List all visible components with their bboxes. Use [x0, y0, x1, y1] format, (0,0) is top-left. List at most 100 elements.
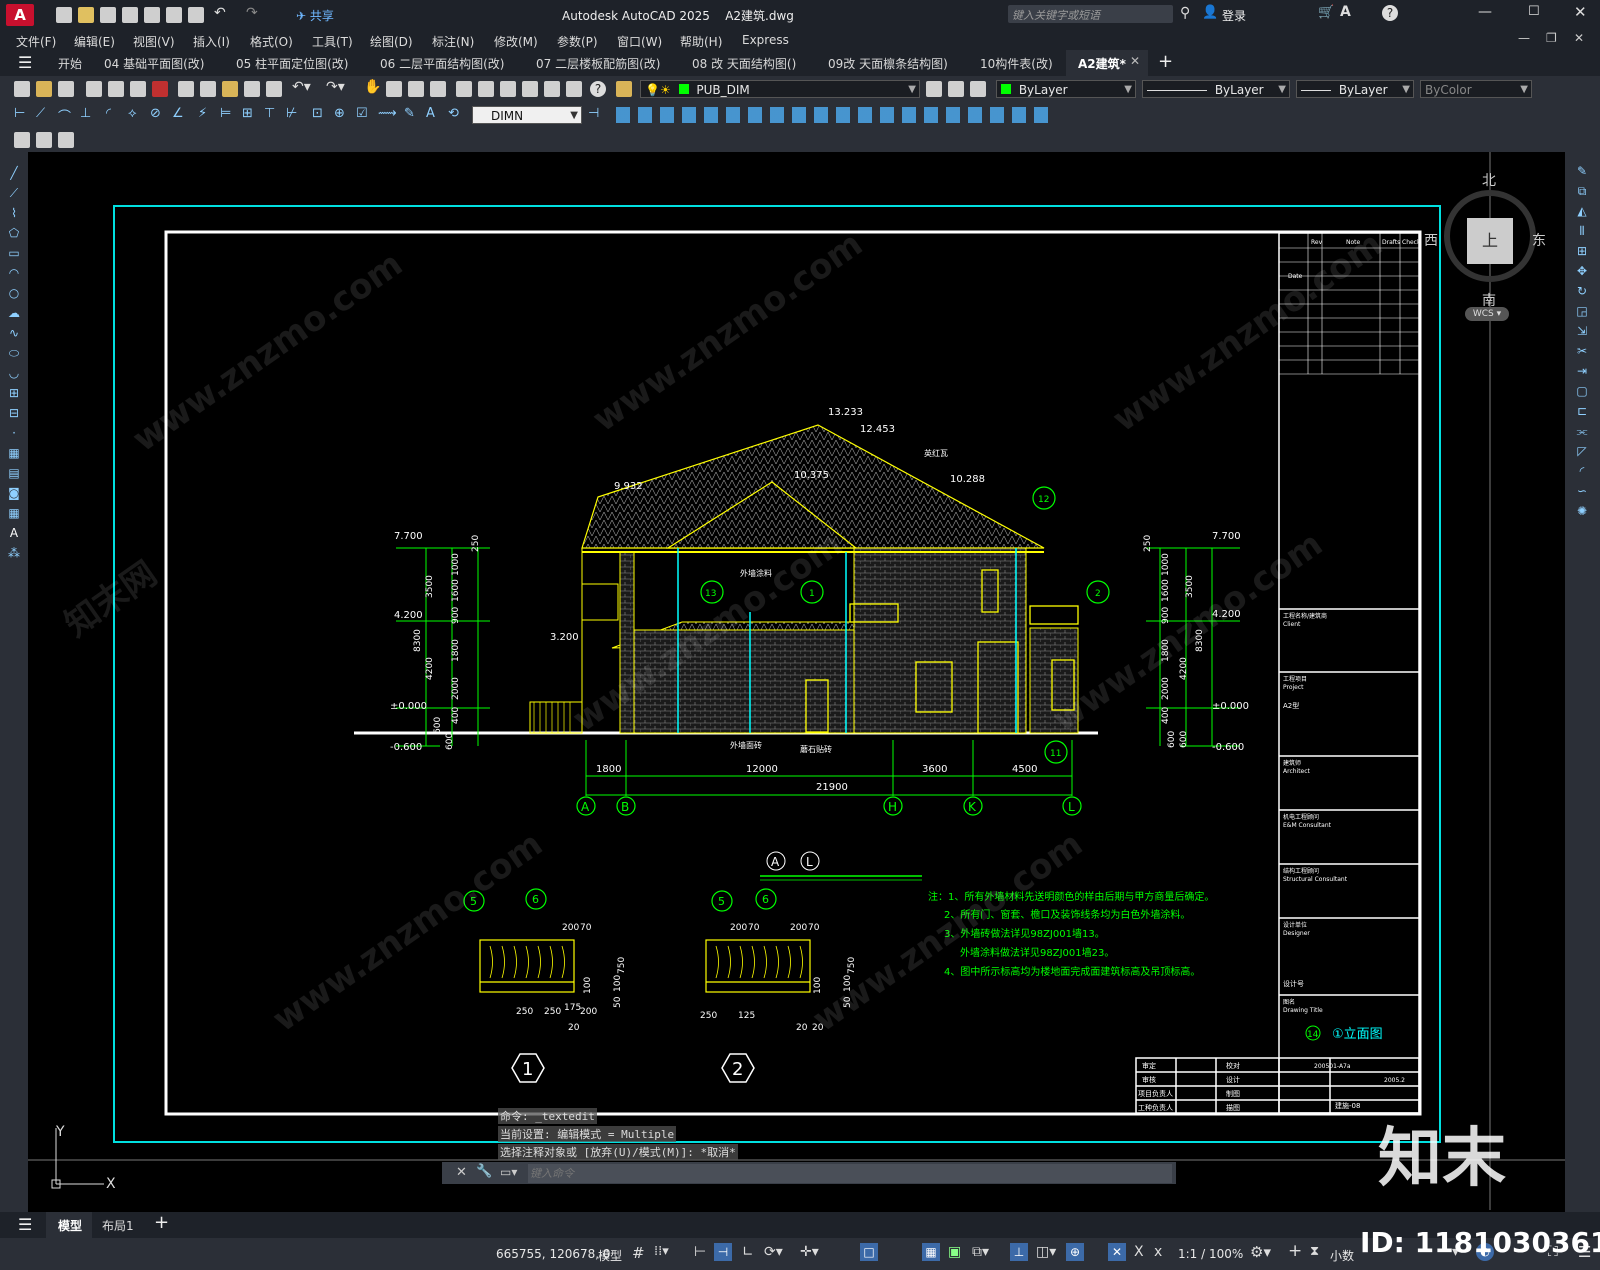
construction-line-icon[interactable]: ⟋	[6, 186, 22, 200]
viewcube-face[interactable]: 上	[1467, 218, 1513, 264]
gradient-icon[interactable]: ▤	[6, 466, 22, 480]
tb-new-icon[interactable]	[14, 81, 30, 97]
selection-cycling-icon[interactable]: ⧉▾	[972, 1244, 989, 1260]
model-space-button[interactable]: 模型	[598, 1247, 622, 1264]
viewcube-west[interactable]: 西	[1424, 230, 1438, 250]
isolate-icon[interactable]: ⧗	[1310, 1244, 1319, 1259]
search-input[interactable]: 键入关键字或短语	[1008, 5, 1173, 23]
ellipse-arc-icon[interactable]: ◡	[6, 366, 22, 380]
mirror-icon[interactable]: ◭	[1574, 204, 1590, 218]
menu-view[interactable]: 视图(V)	[133, 33, 175, 50]
tb-redo-icon[interactable]: ↷▾	[326, 79, 345, 95]
dim-ordinate-icon[interactable]: ⊥	[80, 106, 91, 121]
hamburger-icon[interactable]: ☰	[18, 53, 32, 72]
minimize-icon[interactable]: —	[1478, 4, 1492, 20]
tab-layout1[interactable]: 布局1	[102, 1217, 134, 1234]
polar-icon[interactable]: ∟	[742, 1244, 754, 1260]
share-button[interactable]: ✈ 共享	[296, 7, 334, 24]
tb-save-icon[interactable]	[58, 81, 74, 97]
dim-continue-icon[interactable]: ⊞	[242, 106, 253, 121]
units-value[interactable]: 小数	[1330, 1247, 1354, 1264]
save-icon[interactable]	[100, 7, 116, 23]
command-close-icon[interactable]: ✕	[456, 1165, 467, 1180]
line-icon[interactable]: ╱	[6, 166, 22, 180]
menu-edit[interactable]: 编辑(E)	[74, 33, 115, 50]
stretch-icon[interactable]: ⇲	[1574, 324, 1590, 338]
dim-tolerance-icon[interactable]: ⊡	[312, 106, 323, 121]
dynamic-ucs-icon[interactable]: ◫▾	[1036, 1244, 1056, 1260]
insert-block-icon[interactable]: ⊞	[6, 386, 22, 400]
snap-icon[interactable]: ⁞⁞▾	[654, 1244, 669, 1259]
circle-icon[interactable]: ○	[6, 286, 22, 300]
polygon-icon[interactable]: ⬠	[6, 226, 22, 240]
tab-07[interactable]: 07 二层楼板配筋图(改)	[536, 55, 660, 72]
close-icon[interactable]: ✕	[1574, 3, 1587, 21]
help-icon[interactable]: ?	[1382, 5, 1398, 21]
break-point-icon[interactable]: ▢	[1574, 384, 1590, 398]
break-icon[interactable]: ⊏	[1574, 404, 1590, 418]
tb-zoom-realtime-icon[interactable]	[386, 81, 402, 97]
arc-icon[interactable]: ◠	[6, 266, 22, 280]
dim-jogged-icon[interactable]: ⟡	[128, 106, 137, 121]
table-icon[interactable]: ▦	[6, 506, 22, 520]
blend-icon[interactable]: ∽	[1574, 484, 1590, 498]
mtext-icon[interactable]: A	[6, 526, 22, 540]
workspace-gear-icon[interactable]: ⚙▾	[1250, 1243, 1271, 1261]
tb-matchprop-icon[interactable]	[244, 81, 260, 97]
tb-extra3-icon[interactable]	[58, 132, 74, 148]
search-icon[interactable]: ⚲	[1180, 5, 1190, 21]
rotate-icon[interactable]: ↻	[1574, 284, 1590, 298]
tb-extra2-icon[interactable]	[36, 132, 52, 148]
maximize-icon[interactable]: ☐	[1528, 4, 1540, 19]
erase-icon[interactable]: ✎	[1574, 164, 1590, 178]
dim-baseline-icon[interactable]: ⊨	[220, 106, 231, 121]
spline-icon[interactable]: ∿	[6, 326, 22, 340]
login-button[interactable]: 登录	[1222, 7, 1246, 24]
tb-pdf-icon[interactable]	[152, 81, 168, 97]
tb-calc-icon[interactable]	[566, 81, 582, 97]
tb-undo-icon[interactable]: ↶▾	[292, 79, 311, 95]
wcs-dropdown[interactable]: WCS ▾	[1465, 307, 1509, 321]
viewcube-east[interactable]: 东	[1532, 230, 1546, 250]
dim-linear-icon[interactable]: ⊢	[14, 106, 25, 121]
gizmo-icon[interactable]: ⊕	[1066, 1243, 1084, 1261]
dim-textedit-icon[interactable]: A	[426, 106, 435, 121]
menu-parameter[interactable]: 参数(P)	[557, 33, 598, 50]
dim-update-icon[interactable]: ⟲	[448, 106, 459, 121]
dim-angular-icon[interactable]: ∠	[172, 106, 184, 121]
plot-icon[interactable]	[144, 7, 160, 23]
tb-properties-icon[interactable]	[456, 81, 472, 97]
point-icon[interactable]: ·	[6, 426, 22, 440]
tb-layer-state-icon[interactable]	[970, 81, 986, 97]
tb-preview-icon[interactable]	[108, 81, 124, 97]
scale-icon[interactable]: ◲	[1574, 304, 1590, 318]
redo-icon[interactable]: ↷	[246, 5, 258, 21]
hatch-icon[interactable]: ▦	[6, 446, 22, 460]
tb-zoom-prev-icon[interactable]	[430, 81, 446, 97]
infer-icon[interactable]: ⊣	[714, 1243, 732, 1261]
tb-block-icon[interactable]	[266, 81, 282, 97]
copy-obj-icon[interactable]: ⧉	[1574, 184, 1590, 198]
undo-icon[interactable]: ↶	[214, 5, 226, 21]
app-logo[interactable]: A	[6, 4, 34, 26]
new-icon[interactable]	[56, 7, 72, 23]
revcloud-icon[interactable]: ☁	[6, 306, 22, 320]
tab-06[interactable]: 06 二层平面结构图(改)	[380, 55, 504, 72]
layout-menu-icon[interactable]: ☰	[18, 1215, 32, 1234]
tb-plot-icon[interactable]	[86, 81, 102, 97]
chamfer-icon[interactable]: ◸	[1574, 444, 1590, 458]
dim-space-icon[interactable]: ⊤	[264, 106, 275, 121]
tab-model[interactable]: 模型	[46, 1212, 92, 1238]
lineweight-toggle-icon[interactable]: ▦	[922, 1243, 940, 1261]
menu-window[interactable]: 窗口(W)	[617, 33, 662, 50]
rectangle-icon[interactable]: ▭	[6, 246, 22, 260]
ellipse-icon[interactable]: ⬭	[6, 346, 22, 360]
tab-04[interactable]: 04 基础平面图(改)	[104, 55, 204, 72]
dim-radius-icon[interactable]: ◜	[106, 106, 111, 121]
tb-copy-icon[interactable]	[200, 81, 216, 97]
add-selected-icon[interactable]: ⁂	[6, 546, 22, 560]
region-icon[interactable]: ◙	[6, 486, 22, 500]
trim-icon[interactable]: ✂	[1574, 344, 1590, 358]
doc-restore-icon[interactable]: ❐	[1546, 31, 1557, 45]
offset-icon[interactable]: ⫴	[1574, 224, 1590, 238]
